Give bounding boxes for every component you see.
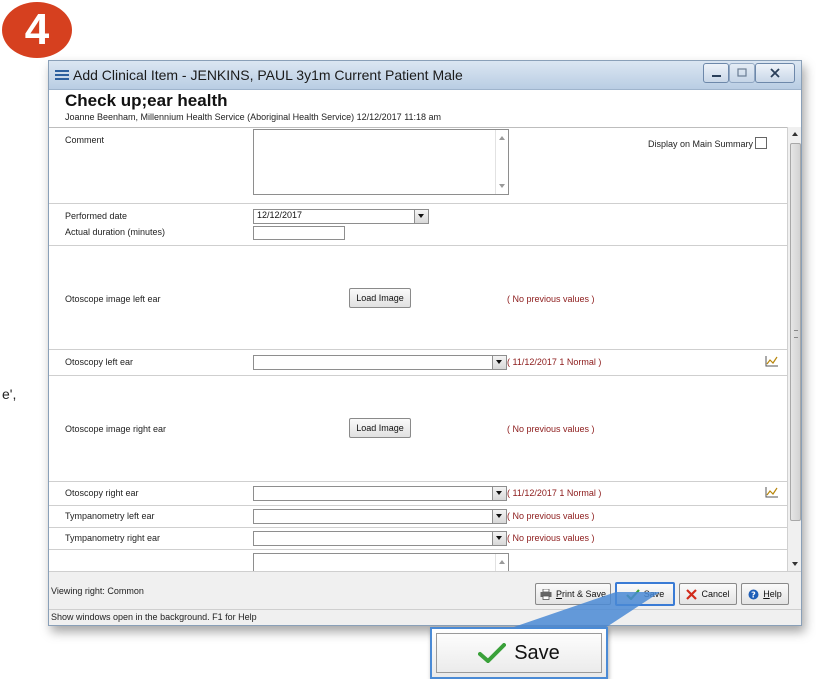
save-button-zoom-callout: Save: [430, 627, 608, 679]
tympanometry-left-label: Tympanometry left ear: [65, 511, 155, 521]
otoscope-right-previous-values: ( No previous values ): [507, 424, 595, 434]
app-icon: [55, 70, 69, 80]
zoomed-save-label: Save: [514, 641, 560, 664]
graph-icon[interactable]: [765, 486, 779, 498]
clinical-item-title: Check up;ear health: [65, 91, 228, 110]
screenshot-stage: 4 e', Add Clinical Item - JENKINS, PAUL …: [0, 0, 816, 679]
otoscope-image-left-row: Otoscope image left ear Load Image ( No …: [49, 245, 787, 350]
additional-notes-textarea[interactable]: [253, 553, 509, 571]
tympanometry-left-dropdown[interactable]: [253, 509, 507, 524]
comment-label: Comment: [65, 135, 105, 145]
actual-duration-label: Actual duration (minutes): [65, 227, 166, 237]
scroll-down-icon[interactable]: [792, 562, 798, 566]
minimize-button[interactable]: [703, 63, 729, 83]
notes-scrollbar[interactable]: [495, 554, 508, 571]
otoscope-image-left-label: Otoscope image left ear: [65, 294, 161, 304]
comment-textarea[interactable]: [253, 129, 509, 195]
tympanometry-right-label: Tympanometry right ear: [65, 533, 161, 543]
status-bar: Show windows open in the background. F1 …: [49, 609, 801, 625]
item-header: Check up;ear health Joanne Beenham, Mill…: [49, 89, 801, 128]
cancel-x-icon: [686, 588, 698, 600]
checkmark-icon: [478, 643, 507, 663]
print-and-save-label: Print & Save: [555, 589, 607, 599]
comment-row: Comment Display on Main Summary: [49, 127, 787, 204]
form-vertical-scrollbar[interactable]: [787, 127, 801, 571]
chevron-down-icon[interactable]: [492, 510, 506, 523]
save-label: Save: [643, 589, 665, 599]
performed-date-value: 12/12/2017: [257, 210, 303, 220]
chevron-down-icon[interactable]: [492, 356, 506, 369]
load-image-left-button[interactable]: Load Image: [349, 288, 411, 308]
cancel-label: Cancel: [701, 589, 730, 599]
otoscopy-right-previous-values: ( 11/12/2017 1 Normal ): [507, 488, 602, 498]
printer-icon: [540, 588, 552, 600]
display-on-main-summary-label: Display on Main Summary: [647, 139, 753, 149]
performed-date-label: Performed date: [65, 211, 128, 221]
help-icon: ?: [748, 589, 759, 599]
help-label: Help: [763, 589, 782, 599]
otoscopy-left-label: Otoscopy left ear: [65, 357, 134, 367]
clinical-item-form: Comment Display on Main Summary Performe…: [49, 127, 787, 571]
minimize-icon: [712, 75, 721, 77]
dialog-footer: Viewing right: Common Print & Save Save: [49, 571, 801, 610]
performed-date-row: Performed date 12/12/2017 Actual duratio…: [49, 203, 787, 246]
maximize-button[interactable]: [729, 63, 755, 83]
checkmark-icon: [625, 588, 640, 600]
performed-date-dropdown[interactable]: 12/12/2017: [253, 209, 429, 224]
load-image-right-button[interactable]: Load Image: [349, 418, 411, 438]
close-icon: [770, 68, 780, 78]
scrollbar-thumb[interactable]: [790, 143, 801, 521]
save-button[interactable]: Save: [615, 582, 675, 606]
status-bar-text: Show windows open in the background. F1 …: [51, 612, 257, 622]
title-bar: Add Clinical Item - JENKINS, PAUL 3y1m C…: [49, 61, 801, 90]
otoscopy-left-row: Otoscopy left ear ( 11/12/2017 1 Normal …: [49, 349, 787, 376]
actual-duration-input[interactable]: [253, 226, 345, 240]
tympanometry-left-previous-values: ( No previous values ): [507, 511, 595, 521]
otoscope-left-previous-values: ( No previous values ): [507, 294, 595, 304]
close-button[interactable]: [755, 63, 795, 83]
chevron-down-icon[interactable]: [414, 210, 428, 223]
otoscopy-right-label: Otoscopy right ear: [65, 488, 139, 498]
tympanometry-right-previous-values: ( No previous values ): [507, 533, 595, 543]
otoscopy-right-dropdown[interactable]: [253, 486, 507, 501]
viewing-right-text: Viewing right: Common: [51, 586, 144, 596]
tympanometry-right-row: Tympanometry right ear ( No previous val…: [49, 527, 787, 550]
otoscopy-left-previous-values: ( 11/12/2017 1 Normal ): [507, 357, 602, 367]
zoomed-save-button: Save: [436, 633, 602, 673]
svg-text:?: ?: [751, 590, 756, 599]
otoscopy-left-dropdown[interactable]: [253, 355, 507, 370]
display-on-main-summary-checkbox[interactable]: [755, 137, 767, 149]
window-title: Add Clinical Item - JENKINS, PAUL 3y1m C…: [73, 67, 463, 83]
comment-scrollbar[interactable]: [495, 130, 508, 194]
maximize-icon: [737, 68, 747, 77]
scroll-up-icon[interactable]: [792, 132, 798, 136]
otoscope-image-right-row: Otoscope image right ear Load Image ( No…: [49, 375, 787, 482]
tympanometry-left-row: Tympanometry left ear ( No previous valu…: [49, 505, 787, 528]
tympanometry-right-dropdown[interactable]: [253, 531, 507, 546]
cancel-button[interactable]: Cancel: [679, 583, 737, 605]
help-button[interactable]: ? Help: [741, 583, 789, 605]
graph-icon[interactable]: [765, 355, 779, 367]
add-clinical-item-window: Add Clinical Item - JENKINS, PAUL 3y1m C…: [48, 60, 802, 626]
chevron-down-icon[interactable]: [492, 487, 506, 500]
otoscopy-right-row: Otoscopy right ear ( 11/12/2017 1 Normal…: [49, 481, 787, 506]
chevron-down-icon[interactable]: [492, 532, 506, 545]
clinical-item-author-line: Joanne Beenham, Millennium Health Servic…: [65, 112, 442, 122]
background-page-text: e',: [2, 386, 17, 402]
print-and-save-button[interactable]: Print & Save: [535, 583, 611, 605]
step-number-badge: 4: [2, 2, 72, 58]
otoscope-image-right-label: Otoscope image right ear: [65, 424, 167, 434]
